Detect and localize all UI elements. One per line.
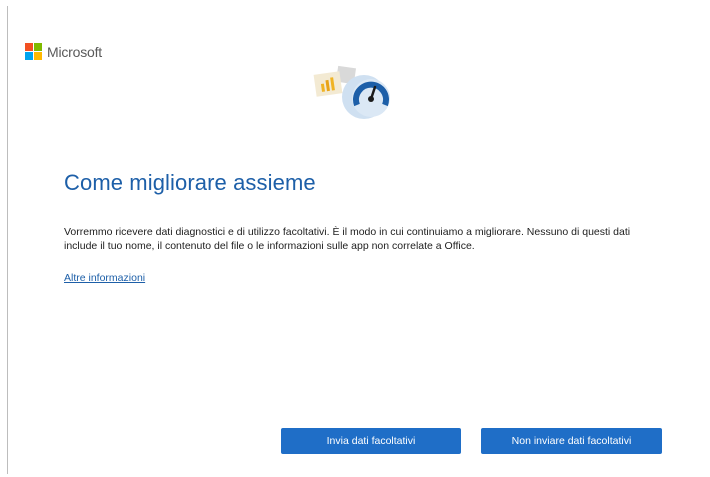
diagnostics-gauge-icon: [311, 65, 393, 125]
dont-send-optional-data-button[interactable]: Non inviare dati facoltativi: [481, 428, 662, 454]
microsoft-logo-icon: [25, 43, 42, 60]
page-title: Come migliorare assieme: [64, 170, 316, 195]
microsoft-brand: Microsoft: [25, 43, 102, 60]
privacy-description: Vorremmo ricevere dati diagnostici e di …: [64, 226, 631, 252]
brand-name: Microsoft: [47, 43, 102, 60]
more-info-link[interactable]: Altre informazioni: [64, 272, 145, 284]
send-optional-data-button[interactable]: Invia dati facoltativi: [281, 428, 461, 454]
window-edge: [7, 6, 8, 474]
